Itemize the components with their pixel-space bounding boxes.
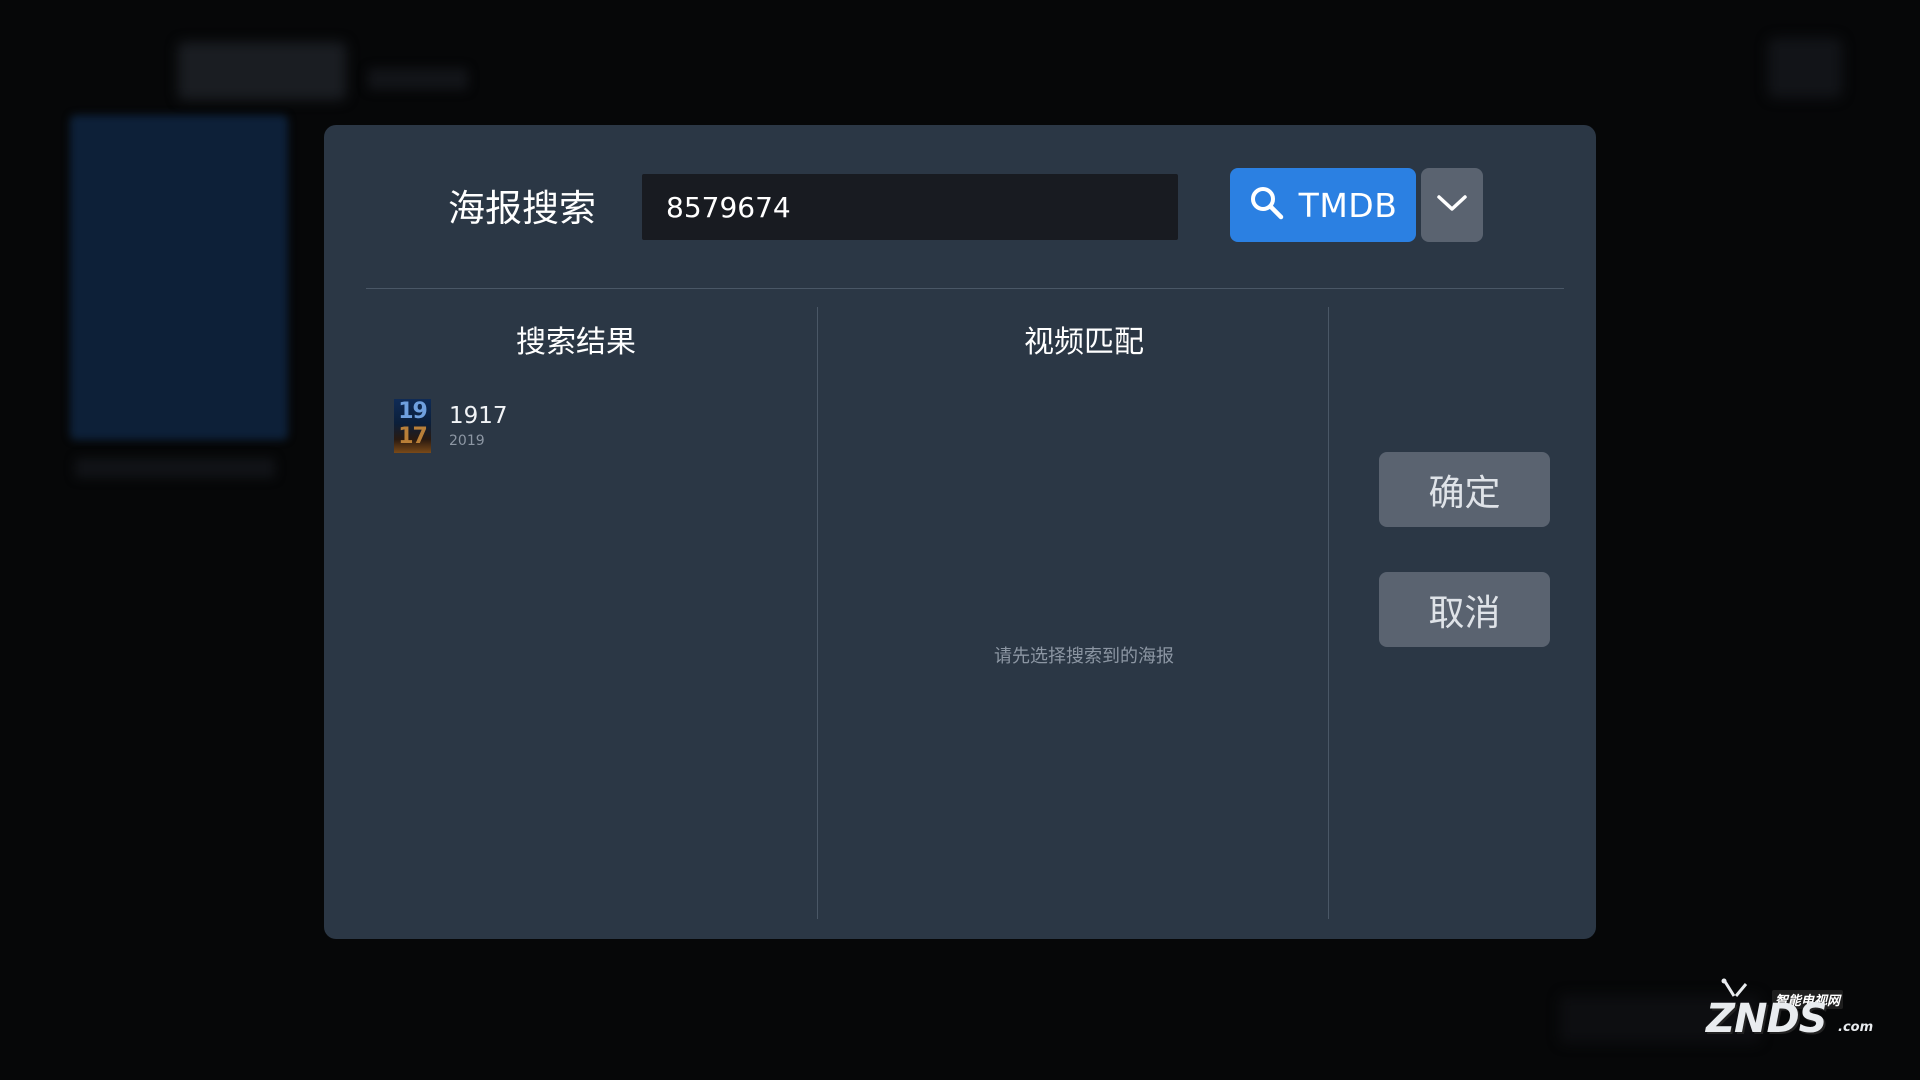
background-subtitle-blurred <box>368 68 468 90</box>
search-button[interactable]: TMDB <box>1230 168 1416 242</box>
dialog-title: 海报搜索 <box>448 187 596 230</box>
search-button-label: TMDB <box>1298 185 1398 225</box>
chevron-down-icon <box>1436 193 1468 217</box>
background-card-caption-blurred <box>75 458 275 478</box>
background-button-blurred <box>1768 38 1842 98</box>
poster-search-dialog: 海报搜索 TMDB 搜索结果 视频匹配 19 17 1917 2019 <box>324 125 1596 939</box>
confirm-button[interactable]: 确定 <box>1379 452 1550 527</box>
cancel-button[interactable]: 取消 <box>1379 572 1550 647</box>
result-text: 1917 2019 <box>449 402 508 450</box>
result-title: 1917 <box>449 403 508 429</box>
znds-watermark-logo: 智能电视网 ZNDS .com <box>1706 978 1876 1048</box>
results-column-heading: 搜索结果 <box>516 325 636 360</box>
column-divider-left <box>817 307 818 919</box>
header-divider <box>366 288 1564 289</box>
result-year: 2019 <box>449 433 485 449</box>
search-icon <box>1249 185 1285 225</box>
match-column-heading: 视频匹配 <box>1024 325 1144 360</box>
poster-text-top: 19 <box>398 399 428 424</box>
source-dropdown-button[interactable] <box>1421 168 1483 242</box>
watermark-brand: ZNDS <box>1706 996 1827 1042</box>
result-poster-thumbnail: 19 17 <box>394 399 431 453</box>
poster-text-bottom: 17 <box>398 424 428 449</box>
watermark-suffix: .com <box>1838 1020 1874 1035</box>
search-input[interactable] <box>642 174 1178 240</box>
background-poster-card-blurred <box>70 115 288 440</box>
column-divider-right <box>1328 307 1329 919</box>
background-title-blurred <box>178 42 346 100</box>
search-result-item[interactable]: 19 17 1917 2019 <box>394 397 754 455</box>
match-placeholder-text: 请先选择搜索到的海报 <box>994 646 1174 667</box>
